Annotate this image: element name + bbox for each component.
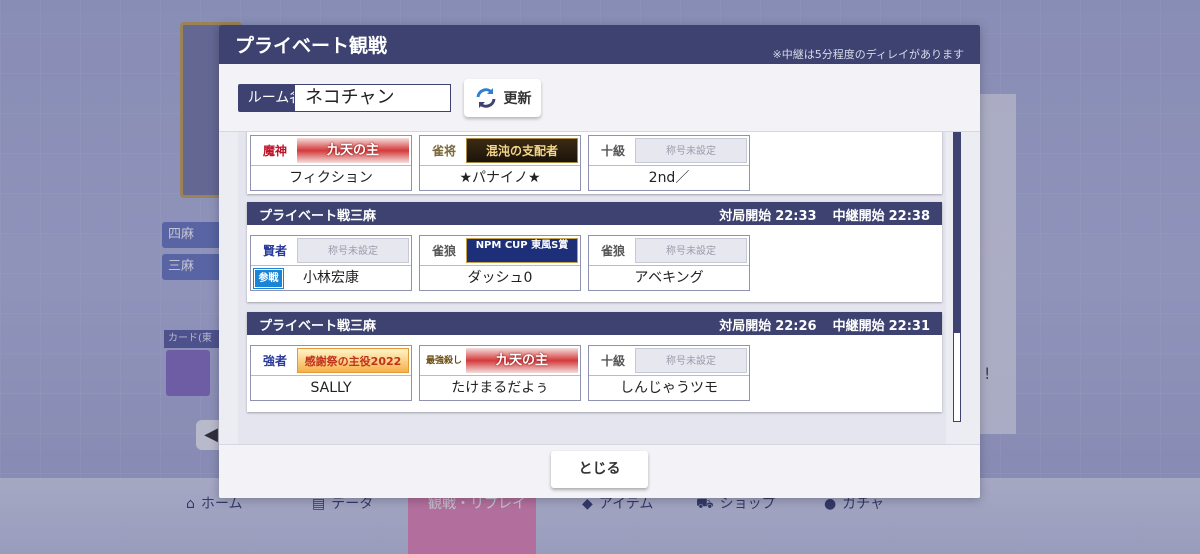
player-title: 称号未設定	[297, 238, 409, 263]
rank-badge: 魔神	[262, 144, 287, 158]
dialog-header: プライベート観戦 ※中継は5分程度のディレイがあります	[219, 25, 980, 64]
rank-badge: 雀将	[431, 144, 456, 158]
room-name: プライベート戦三麻	[259, 209, 377, 224]
room-card[interactable]: プライベート戦三麻 対局開始 22:26 中継開始 22:31 強者 感謝祭の主役20…	[247, 312, 942, 412]
player-name: アベキング	[589, 265, 749, 290]
player-name: SALLY	[251, 375, 411, 400]
room-times: 対局開始 22:26 中継開始 22:31	[719, 319, 930, 334]
player-slot: 賢者 称号未設定 参戦 小林宏康	[250, 235, 412, 291]
player-slot: 強者 感謝祭の主役2022 SALLY	[250, 345, 412, 401]
player-name: しんじゃうツモ	[589, 375, 749, 400]
room-list-viewport[interactable]: 魔神 九天の主 フィクション 雀将 混沌の支配者 ★パナイノ★ 十級 称号未設定…	[238, 132, 946, 444]
rank-badge: 十級	[600, 144, 625, 158]
room-header: プライベート戦三麻 対局開始 22:33 中継開始 22:38	[247, 202, 942, 225]
player-name: 2nd／	[589, 165, 749, 190]
player-name: ダッシュ0	[420, 265, 580, 290]
player-title: 九天の主	[466, 348, 578, 373]
room-card[interactable]: プライベート戦三麻 対局開始 22:33 中継開始 22:38 賢者 称号未設定 参戦…	[247, 202, 942, 302]
room-list[interactable]: 魔神 九天の主 フィクション 雀将 混沌の支配者 ★パナイノ★ 十級 称号未設定…	[219, 131, 980, 445]
player-slot: 十級 称号未設定 2nd／	[588, 135, 750, 191]
player-slot: 雀狼 NPM CUP 東風S賞 ダッシュ0	[419, 235, 581, 291]
refresh-button[interactable]: 更新	[464, 79, 541, 117]
rank-badge: 雀狼	[600, 244, 625, 258]
refresh-icon	[476, 88, 495, 108]
player-name: ★パナイノ★	[420, 165, 580, 190]
player-name: たけまるだよぅ	[420, 375, 580, 400]
player-title: 混沌の支配者	[466, 138, 578, 163]
room-name: プライベート戦三麻	[259, 319, 377, 334]
player-title: 称号未設定	[635, 238, 747, 263]
rank-badge: 強者	[262, 354, 287, 368]
delay-note: ※中継は5分程度のディレイがあります	[772, 48, 964, 61]
rank-badge: 十級	[600, 354, 625, 368]
player-title: NPM CUP 東風S賞	[466, 238, 578, 263]
player-name: フィクション	[251, 165, 411, 190]
scrollbar-thumb[interactable]	[953, 332, 961, 422]
dialog-title: プライベート観戦	[235, 35, 388, 57]
private-watch-dialog: プライベート観戦 ※中継は5分程度のディレイがあります ルーム名 ネコチャン 更…	[219, 25, 980, 498]
refresh-label: 更新	[503, 91, 532, 107]
player-name: 小林宏康	[251, 265, 411, 290]
room-header: プライベート戦三麻 対局開始 22:26 中継開始 22:31	[247, 312, 942, 335]
player-title: 称号未設定	[635, 348, 747, 373]
rank-badge: 賢者	[262, 244, 287, 258]
player-slot: 最強殺し 九天の主 たけまるだよぅ	[419, 345, 581, 401]
room-times: 対局開始 22:33 中継開始 22:38	[719, 209, 930, 224]
player-title: 感謝祭の主役2022	[297, 348, 409, 373]
player-slot: 十級 称号未設定 しんじゃうツモ	[588, 345, 750, 401]
player-slot: 魔神 九天の主 フィクション	[250, 135, 412, 191]
player-slot: 雀将 混沌の支配者 ★パナイノ★	[419, 135, 581, 191]
player-title: 九天の主	[297, 138, 409, 163]
player-slot: 雀狼 称号未設定 アベキング	[588, 235, 750, 291]
room-name-input[interactable]: ネコチャン	[294, 84, 451, 112]
rank-badge: 最強殺し	[426, 356, 463, 366]
close-button[interactable]: とじる	[551, 451, 648, 488]
rank-badge: 雀狼	[431, 244, 456, 258]
room-card[interactable]: 魔神 九天の主 フィクション 雀将 混沌の支配者 ★パナイノ★ 十級 称号未設定…	[247, 132, 942, 194]
player-title: 称号未設定	[635, 138, 747, 163]
